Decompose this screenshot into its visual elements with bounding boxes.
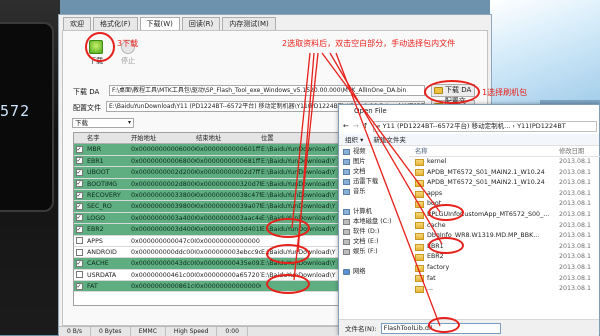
circle-scatter-button	[424, 80, 480, 104]
circle-fat-file	[428, 317, 460, 333]
arrow-line-apps-file	[321, 52, 441, 213]
circle-cache-location	[266, 244, 310, 264]
annotation-step2: 2选取资料后，双击空白部分，手动选择包内文件	[282, 39, 456, 48]
annotation-step3: 3下载	[117, 39, 139, 48]
circle-download-button	[85, 32, 115, 62]
circle-fat-location	[266, 274, 310, 294]
circle-apps-file	[428, 204, 464, 221]
annotation-step1: 1选择刷机包	[482, 88, 528, 97]
circle-apps-location	[266, 218, 310, 238]
circle-cache-file	[428, 237, 464, 254]
